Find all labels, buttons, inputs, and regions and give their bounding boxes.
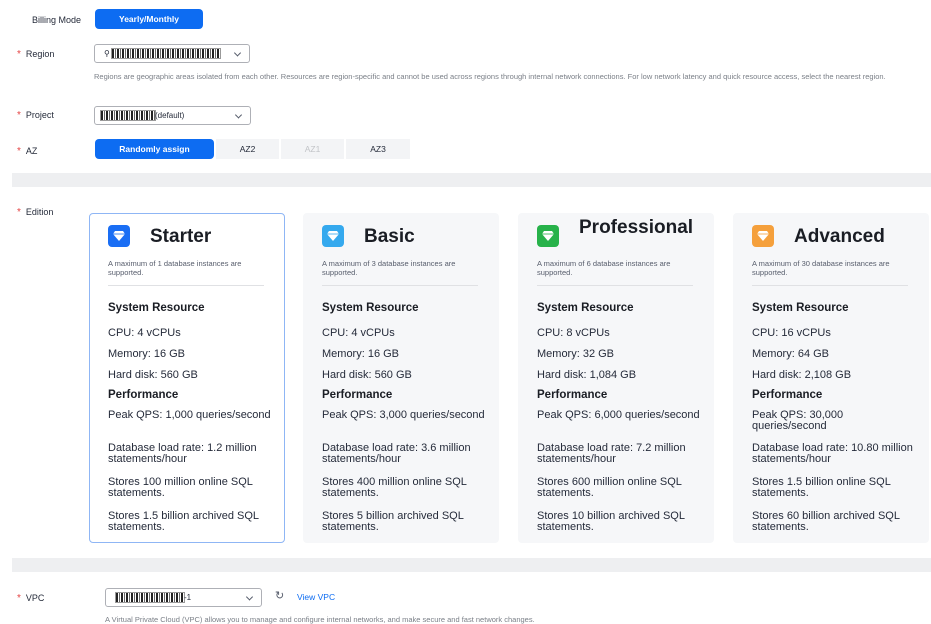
cpu-spec: CPU: 16 vCPUs	[752, 327, 831, 339]
required-marker: *	[17, 49, 21, 60]
archived-storage-spec: Stores 60 billion archived SQL statement…	[752, 510, 900, 533]
az-label: * AZ	[17, 146, 38, 157]
disk-spec: Hard disk: 2,108 GB	[752, 369, 852, 381]
peak-qps-spec: Peak QPS: 3,000 queries/second	[322, 409, 485, 421]
project-default-suffix: (default)	[155, 111, 185, 120]
required-marker: *	[17, 593, 21, 604]
diamond-icon	[322, 225, 344, 247]
memory-spec: Memory: 64 GB	[752, 348, 830, 360]
vpc-help-text: A Virtual Private Cloud (VPC) allows you…	[105, 615, 535, 624]
edition-description: A maximum of 3 database instances are su…	[322, 259, 456, 277]
load-rate-spec: Database load rate: 10.80 million statem…	[752, 442, 913, 465]
location-pin-icon: ⚲	[104, 49, 110, 58]
section-divider	[12, 558, 931, 572]
peak-qps-spec: Peak QPS: 6,000 queries/second	[537, 409, 700, 421]
archived-storage-spec: Stores 10 billion archived SQL statement…	[537, 510, 685, 533]
redacted-project-name	[100, 110, 156, 121]
card-separator	[537, 285, 693, 286]
performance-heading: Performance	[752, 389, 823, 401]
online-storage-spec: Stores 1.5 billion online SQL statements…	[752, 476, 891, 499]
online-storage-spec: Stores 600 million online SQL statements…	[537, 476, 682, 499]
performance-heading: Performance	[322, 389, 393, 401]
required-marker: *	[17, 110, 21, 121]
billing-yearly-monthly-button[interactable]: Yearly/Monthly	[95, 9, 203, 29]
az-az1-button: AZ1	[281, 139, 344, 159]
archived-storage-spec: Stores 1.5 billion archived SQL statemen…	[108, 510, 259, 533]
edition-card-advanced[interactable]: Advanced A maximum of 30 database instanc…	[733, 213, 929, 543]
performance-heading: Performance	[537, 389, 608, 401]
az-az2-button[interactable]: AZ2	[216, 139, 279, 159]
region-label: * Region	[17, 49, 55, 60]
peak-qps-spec: Peak QPS: 30,000 queries/second	[752, 409, 844, 432]
edition-title: Basic	[364, 226, 415, 247]
project-label: * Project	[17, 110, 54, 121]
project-select[interactable]: (default)	[94, 106, 251, 125]
redacted-vpc-name	[115, 592, 185, 603]
memory-spec: Memory: 16 GB	[108, 348, 186, 360]
redacted-region-name	[110, 48, 221, 59]
online-storage-spec: Stores 400 million online SQL statements…	[322, 476, 467, 499]
disk-spec: Hard disk: 560 GB	[108, 369, 198, 381]
required-marker: *	[17, 146, 21, 157]
edition-card-starter[interactable]: Starter A maximum of 1 database instances…	[89, 213, 285, 543]
system-resource-heading: System Resource	[752, 302, 849, 314]
chevron-down-icon	[234, 110, 243, 119]
load-rate-spec: Database load rate: 1.2 million statemen…	[108, 442, 257, 465]
disk-spec: Hard disk: 560 GB	[322, 369, 412, 381]
memory-spec: Memory: 32 GB	[537, 348, 615, 360]
required-marker: *	[17, 207, 21, 218]
edition-title: Professional	[579, 217, 694, 238]
performance-heading: Performance	[108, 389, 179, 401]
edition-description: A maximum of 6 database instances are su…	[537, 259, 671, 277]
chevron-down-icon	[245, 592, 254, 601]
cpu-spec: CPU: 8 vCPUs	[537, 327, 610, 339]
disk-spec: Hard disk: 1,084 GB	[537, 369, 637, 381]
az-az3-button[interactable]: AZ3	[346, 139, 410, 159]
cpu-spec: CPU: 4 vCPUs	[108, 327, 181, 339]
chevron-down-icon	[233, 48, 242, 57]
vpc-select[interactable]: -1	[105, 588, 262, 607]
load-rate-spec: Database load rate: 3.6 million statemen…	[322, 442, 471, 465]
edition-title: Advanced	[794, 226, 885, 247]
edition-description: A maximum of 1 database instances are su…	[108, 259, 242, 277]
edition-label: * Edition	[17, 207, 54, 218]
vpc-name-suffix: -1	[184, 593, 192, 602]
system-resource-heading: System Resource	[108, 302, 205, 314]
system-resource-heading: System Resource	[322, 302, 419, 314]
refresh-icon[interactable]: ↻	[275, 589, 284, 602]
card-separator	[752, 285, 908, 286]
system-resource-heading: System Resource	[537, 302, 634, 314]
region-select[interactable]: ⚲	[94, 44, 250, 63]
region-help-text: Regions are geographic areas isolated fr…	[94, 72, 886, 81]
edition-title: Starter	[150, 226, 212, 247]
edition-card-professional[interactable]: Professional A maximum of 6 database inst…	[518, 213, 714, 543]
diamond-icon	[537, 225, 559, 247]
card-separator	[322, 285, 478, 286]
section-divider	[12, 173, 931, 187]
memory-spec: Memory: 16 GB	[322, 348, 400, 360]
diamond-icon	[108, 225, 130, 247]
billing-mode-label: Billing Mode	[32, 15, 82, 25]
online-storage-spec: Stores 100 million online SQL statements…	[108, 476, 253, 499]
edition-description: A maximum of 30 database instances are s…	[752, 259, 890, 277]
load-rate-spec: Database load rate: 7.2 million statemen…	[537, 442, 686, 465]
view-vpc-link[interactable]: View VPC	[297, 592, 335, 602]
peak-qps-spec: Peak QPS: 1,000 queries/second	[108, 409, 271, 421]
card-separator	[108, 285, 264, 286]
diamond-icon	[752, 225, 774, 247]
archived-storage-spec: Stores 5 billion archived SQL statements…	[322, 510, 464, 533]
cpu-spec: CPU: 4 vCPUs	[322, 327, 395, 339]
az-randomly-assign-button[interactable]: Randomly assign	[95, 139, 214, 159]
edition-card-basic[interactable]: Basic A maximum of 3 database instances a…	[303, 213, 499, 543]
vpc-label: * VPC	[17, 593, 45, 604]
